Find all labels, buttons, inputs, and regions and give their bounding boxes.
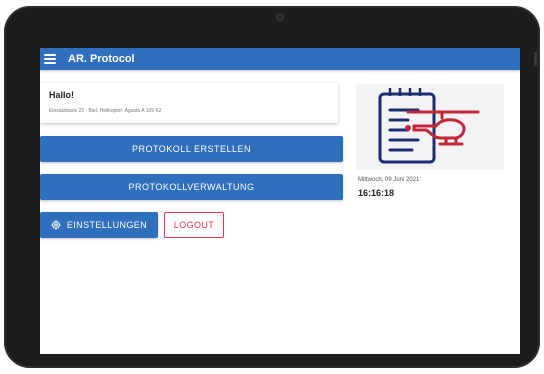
logout-button[interactable]: LOGOUT bbox=[164, 212, 224, 238]
welcome-subtitle: Einsatzbasis 23 - Biel, Helikopter: Agus… bbox=[49, 108, 162, 114]
app-screen: AR. Protocol Hallo! Einsatzbasis 23 - Bi… bbox=[40, 48, 520, 354]
clipboard-helicopter-icon bbox=[378, 88, 480, 164]
settings-button[interactable]: EINSTELLUNGEN bbox=[40, 212, 158, 238]
current-date: Mittwoch, 09 Juni 2021 bbox=[358, 177, 420, 183]
illustration-panel bbox=[356, 84, 504, 170]
app-bar: AR. Protocol bbox=[40, 48, 520, 70]
manage-protocols-button[interactable]: PROTOKOLLVERWALTUNG bbox=[40, 174, 343, 200]
tablet-side-button bbox=[534, 52, 537, 66]
gear-icon bbox=[51, 220, 61, 230]
create-protocol-button[interactable]: PROTOKOLL ERSTELLEN bbox=[40, 136, 343, 162]
welcome-card: Hallo! Einsatzbasis 23 - Biel, Helikopte… bbox=[40, 83, 338, 123]
app-title: AR. Protocol bbox=[68, 53, 135, 65]
tablet-frame: AR. Protocol Hallo! Einsatzbasis 23 - Bi… bbox=[4, 6, 540, 368]
welcome-title: Hallo! bbox=[49, 90, 75, 100]
hamburger-menu-icon[interactable] bbox=[44, 54, 56, 64]
settings-label: EINSTELLUNGEN bbox=[66, 220, 148, 230]
current-time: 16:16:18 bbox=[358, 188, 395, 198]
camera bbox=[276, 13, 284, 21]
